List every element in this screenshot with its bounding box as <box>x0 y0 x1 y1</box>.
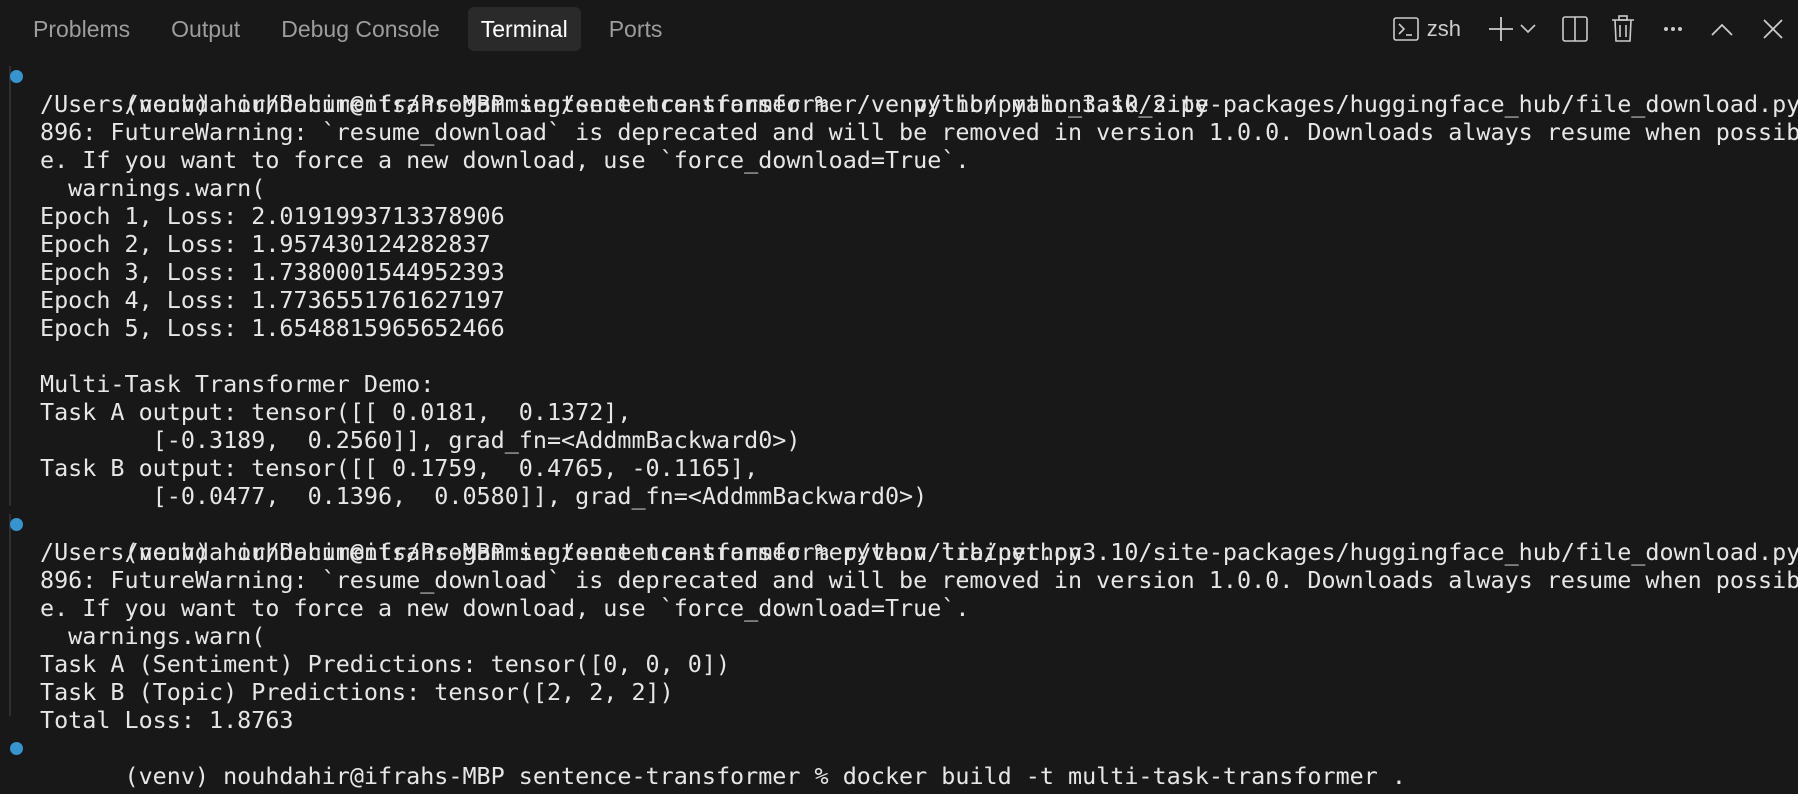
tab-terminal[interactable]: Terminal <box>467 7 581 51</box>
split-pane-icon <box>1562 16 1588 42</box>
terminal-line: /Users/nouhdahir/Documents/Progamming/se… <box>40 538 1798 566</box>
command-decoration-icon[interactable] <box>10 742 23 755</box>
launch-profile-button[interactable] <box>1520 7 1536 51</box>
panel-tab-bar: Problems Output Debug Console Terminal P… <box>0 0 1798 56</box>
terminal-output: (venv) nouhdahir@ifrahs-MBP sentence-tra… <box>10 62 1798 790</box>
terminal-line: Task A output: tensor([[ 0.0181, 0.1372]… <box>40 398 632 426</box>
tab-output[interactable]: Output <box>158 7 253 51</box>
terminal-line: [-0.3189, 0.2560]], grad_fn=<AddmmBackwa… <box>40 426 801 454</box>
terminal-line: Task B (Topic) Predictions: tensor([2, 2… <box>40 678 674 706</box>
terminal-line-prompt: (venv) nouhdahir@ifrahs-MBP sentence-tra… <box>10 510 1798 566</box>
prompt-text: (venv) nouhdahir@ifrahs-MBP sentence-tra… <box>124 762 1407 790</box>
terminal-line-prompt: (venv) nouhdahir@ifrahs-MBP sentence-tra… <box>10 62 1798 118</box>
panel-tabs: Problems Output Debug Console Terminal P… <box>20 7 690 51</box>
terminal-line: Epoch 3, Loss: 1.7380001544952393 <box>40 258 505 286</box>
terminal-line: /Users/nouhdahir/Documents/Progamming/se… <box>40 90 1798 118</box>
kill-terminal-button[interactable] <box>1611 7 1635 51</box>
split-terminal-button[interactable] <box>1562 7 1588 51</box>
new-terminal-button[interactable] <box>1488 7 1514 51</box>
terminal-line-prompt: (venv) nouhdahir@ifrahs-MBP sentence-tra… <box>10 734 1798 790</box>
terminal-line: e. If you want to force a new download, … <box>40 146 970 174</box>
terminal-line: Multi-Task Transformer Demo: <box>40 370 435 398</box>
terminal-line: warnings.warn( <box>40 622 266 650</box>
tab-debug-console[interactable]: Debug Console <box>268 7 453 51</box>
terminal-line: Epoch 2, Loss: 1.957430124282837 <box>40 230 491 258</box>
plus-icon <box>1488 16 1514 42</box>
chevron-up-icon <box>1711 23 1733 36</box>
close-icon <box>1763 19 1783 39</box>
ellipsis-icon <box>1663 26 1683 32</box>
terminal-line: e. If you want to force a new download, … <box>40 594 970 622</box>
terminal-area[interactable]: (venv) nouhdahir@ifrahs-MBP sentence-tra… <box>0 58 1798 794</box>
shell-name: zsh <box>1426 16 1461 41</box>
tab-ports[interactable]: Ports <box>596 7 676 51</box>
chevron-down-icon <box>1520 24 1536 34</box>
shell-selector[interactable]: zsh <box>1392 7 1461 51</box>
more-actions-button[interactable] <box>1663 7 1683 51</box>
close-panel-button[interactable] <box>1763 7 1783 51</box>
command-gutter <box>9 66 11 506</box>
command-gutter <box>9 514 11 716</box>
terminal-line: warnings.warn( <box>40 174 266 202</box>
maximize-panel-button[interactable] <box>1711 7 1733 51</box>
terminal-line: [-0.0477, 0.1396, 0.0580]], grad_fn=<Add… <box>40 482 928 510</box>
terminal-line: Total Loss: 1.8763 <box>40 706 294 734</box>
terminal-line: Epoch 5, Loss: 1.6548815965652466 <box>40 314 505 342</box>
tab-problems[interactable]: Problems <box>20 7 143 51</box>
terminal-line: 896: FutureWarning: `resume_download` is… <box>40 118 1798 146</box>
terminal-line: 896: FutureWarning: `resume_download` is… <box>40 566 1798 594</box>
trash-icon <box>1611 15 1635 43</box>
terminal-line: Epoch 4, Loss: 1.7736551761627197 <box>40 286 505 314</box>
terminal-line: Task A (Sentiment) Predictions: tensor([… <box>40 650 731 678</box>
terminal-icon <box>1392 17 1419 41</box>
terminal-line: Task B output: tensor([[ 0.1759, 0.4765,… <box>40 454 759 482</box>
command-decoration-icon[interactable] <box>10 70 23 83</box>
command-decoration-icon[interactable] <box>10 518 23 531</box>
terminal-line: Epoch 1, Loss: 2.0191993713378906 <box>40 202 505 230</box>
terminal-actions: zsh <box>1392 7 1798 51</box>
